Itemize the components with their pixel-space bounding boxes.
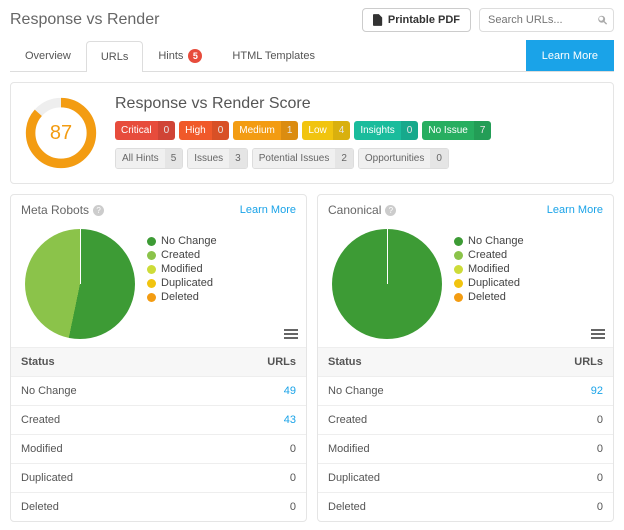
learn-more-button[interactable]: Learn More [526,40,614,71]
help-icon[interactable]: ? [385,205,396,216]
chart-menu-icon[interactable] [591,327,605,341]
score-panel: 87 Response vs Render Score Critical0Hig… [10,82,614,184]
table-row: Deleted0 [318,493,613,522]
file-icon [373,14,383,26]
severity-high[interactable]: High0 [179,121,229,140]
tabs: Overview URLs Hints 5 HTML Templates Lea… [10,40,614,72]
chart-menu-icon[interactable] [284,327,298,341]
col-status: Status [318,348,497,377]
search-icon [597,15,608,26]
severity-medium[interactable]: Medium1 [233,121,298,140]
tab-overview[interactable]: Overview [10,40,86,71]
url-count: 0 [497,406,613,435]
learn-more-link[interactable]: Learn More [547,204,603,216]
help-icon[interactable]: ? [93,205,104,216]
tab-hints[interactable]: Hints 5 [143,40,217,71]
url-count[interactable]: 49 [190,377,306,406]
col-status: Status [11,348,190,377]
filter-potential-issues[interactable]: Potential Issues2 [252,148,354,169]
score-value: 87 [23,95,99,171]
filter-issues[interactable]: Issues3 [187,148,247,169]
table-row: Duplicated0 [11,464,306,493]
page-title: Response vs Render [10,11,159,29]
severity-noissue[interactable]: No Issue7 [422,121,491,140]
url-count[interactable]: 92 [497,377,613,406]
canonical-pie [332,229,442,339]
severity-low[interactable]: Low4 [302,121,350,140]
severity-critical[interactable]: Critical0 [115,121,175,140]
legend-item: Modified [147,263,217,275]
severity-insights[interactable]: Insights0 [354,121,418,140]
legend-item: Created [454,249,524,261]
url-count: 0 [497,435,613,464]
hints-badge: 5 [188,49,202,63]
url-count: 0 [497,464,613,493]
canonical-title: Canonical [328,203,381,217]
legend-item: Deleted [147,291,217,303]
legend-item: Created [147,249,217,261]
learn-more-link[interactable]: Learn More [240,204,296,216]
table-row: No Change92 [318,377,613,406]
url-count: 0 [190,435,306,464]
table-row: Created43 [11,406,306,435]
table-row: Created0 [318,406,613,435]
search-input[interactable] [479,8,614,32]
legend-item: Deleted [454,291,524,303]
tab-html-templates[interactable]: HTML Templates [217,40,330,71]
pdf-button-label: Printable PDF [388,14,460,26]
url-count[interactable]: 43 [190,406,306,435]
legend-item: Duplicated [454,277,524,289]
table-row: Deleted0 [11,493,306,522]
printable-pdf-button[interactable]: Printable PDF [362,8,471,32]
url-count: 0 [190,493,306,522]
url-count: 0 [190,464,306,493]
score-title: Response vs Render Score [115,95,601,113]
filter-opportunities[interactable]: Opportunities0 [358,148,449,169]
canonical-table: Status URLs No Change92Created0Modified0… [318,347,613,521]
table-row: Duplicated0 [318,464,613,493]
url-count: 0 [497,493,613,522]
col-urls: URLs [497,348,613,377]
legend-item: No Change [454,235,524,247]
col-urls: URLs [190,348,306,377]
meta-robots-table: Status URLs No Change49Created43Modified… [11,347,306,521]
meta-robots-title: Meta Robots [21,203,89,217]
legend-item: Duplicated [147,277,217,289]
tab-urls[interactable]: URLs [86,41,144,72]
table-row: Modified0 [318,435,613,464]
table-row: Modified0 [11,435,306,464]
meta-robots-card: Meta Robots ? Learn More No Change Create… [10,194,307,522]
legend-item: Modified [454,263,524,275]
table-row: No Change49 [11,377,306,406]
score-ring: 87 [23,95,99,171]
legend-item: No Change [147,235,217,247]
canonical-card: Canonical ? Learn More No Change Created M… [317,194,614,522]
filter-all-hints[interactable]: All Hints5 [115,148,183,169]
meta-robots-pie [25,229,135,339]
